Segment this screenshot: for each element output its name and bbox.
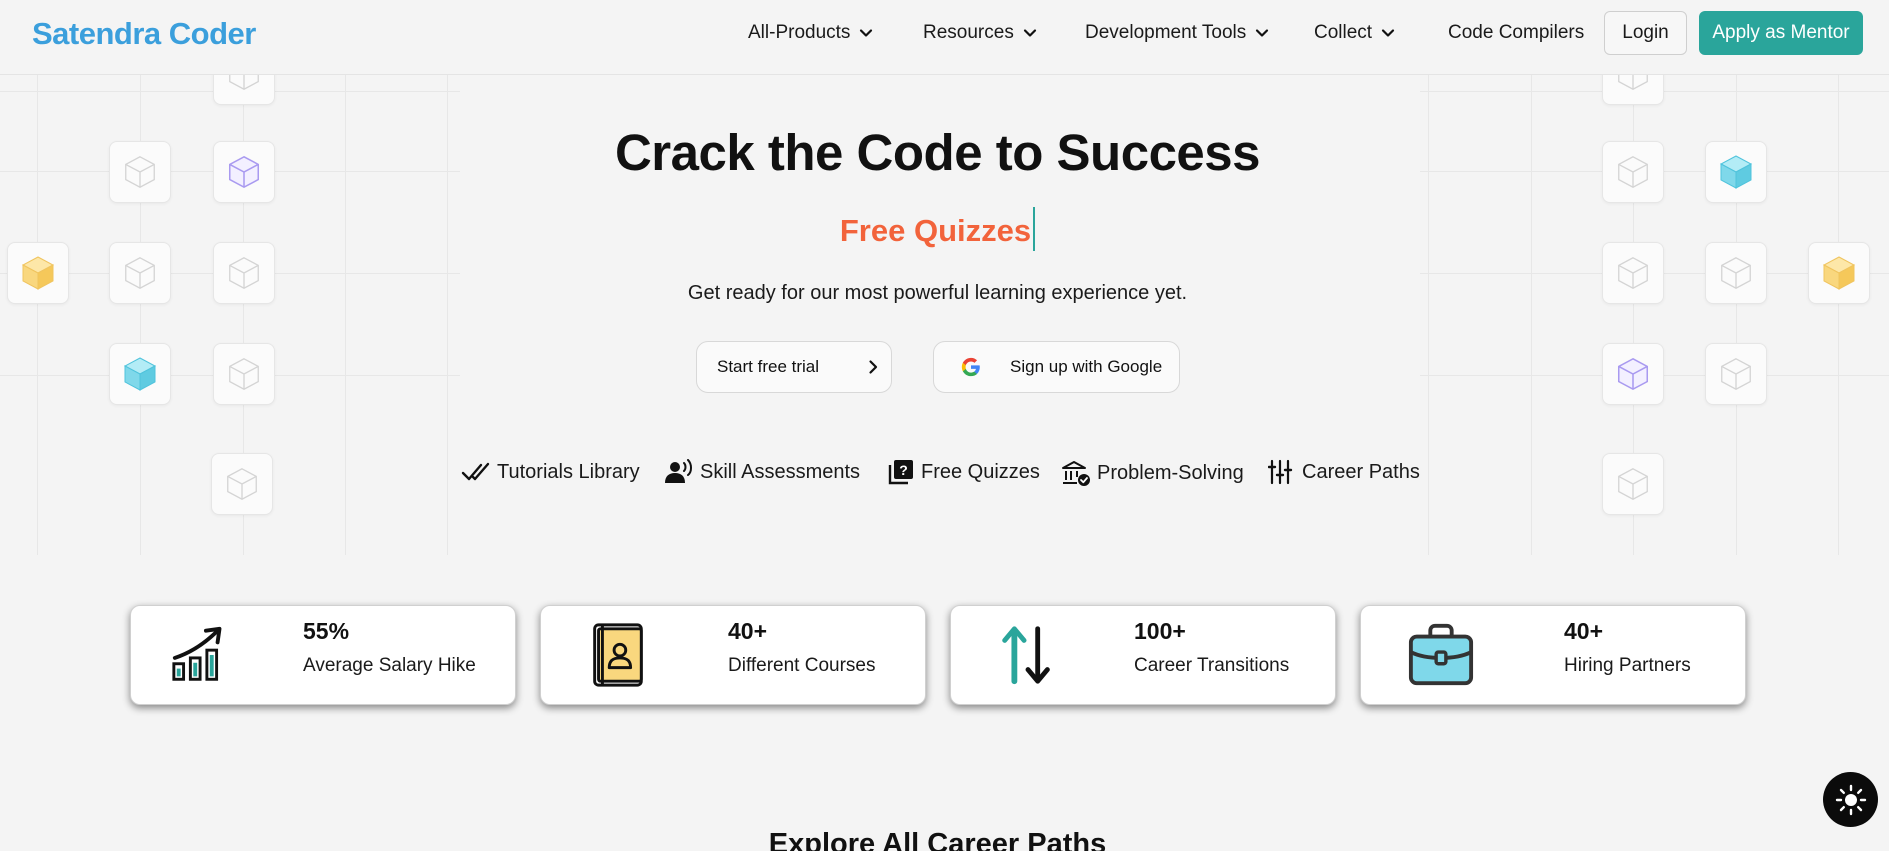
hero-subtitle: Get ready for our most powerful learning… (687, 282, 1188, 304)
google-icon (961, 357, 980, 377)
stat-value: 55% (303, 618, 350, 644)
nav-code-compilers-label: Code Compilers (1448, 22, 1585, 43)
cube-tile (1705, 343, 1767, 405)
apply-mentor-button[interactable]: Apply as Mentor (1699, 11, 1863, 55)
stat-card-salary-hike: 55% Average Salary Hike (130, 605, 516, 705)
google-signup-button[interactable]: Sign up with Google (933, 341, 1180, 393)
chevron-right-icon (869, 360, 878, 374)
cube-tile (1602, 343, 1664, 405)
stat-value: 40+ (728, 618, 768, 644)
chevron-down-icon (1381, 29, 1395, 37)
nav-development-tools[interactable]: Development Tools (1085, 22, 1270, 44)
stat-label: Career Transitions (1134, 655, 1290, 676)
sun-icon (1835, 784, 1866, 815)
features-row: Tutorials Library Skill Assessments ? Fr… (0, 459, 1889, 489)
svg-text:?: ? (899, 462, 908, 478)
hero-title: Crack the Code to Success (614, 124, 1261, 181)
hero-rotating-text: Free Quizzes (0, 207, 1875, 255)
chevron-down-icon (860, 29, 873, 37)
feature-tutorials-library[interactable]: Tutorials Library (461, 459, 640, 485)
stat-card-hiring-partners: 40+ Hiring Partners (1360, 605, 1746, 705)
nav-collect-label: Collect (1314, 22, 1373, 43)
stat-label: Different Courses (728, 655, 876, 676)
up-down-arrows-icon (1002, 626, 1050, 685)
nav-resources-label: Resources (923, 22, 1014, 43)
cube-icon (123, 357, 157, 391)
theme-toggle-button[interactable] (1823, 772, 1878, 827)
chevron-down-icon (1023, 29, 1036, 37)
feature-skill-assessments[interactable]: Skill Assessments (664, 459, 860, 485)
nav-all-products[interactable]: All-Products (748, 22, 874, 44)
chevron-down-icon (1256, 29, 1269, 37)
cube-icon (229, 358, 259, 390)
login-button[interactable]: Login (1604, 11, 1687, 55)
start-free-trial-button[interactable]: Start free trial (696, 341, 892, 393)
cube-tile (213, 343, 275, 405)
growth-chart-icon (172, 626, 222, 681)
feature-problem-solving[interactable]: Problem-Solving (1061, 459, 1244, 487)
google-signup-label: Sign up with Google (1010, 357, 1163, 376)
stat-value: 40+ (1564, 618, 1604, 644)
feature-label: Free Quizzes (921, 460, 1040, 483)
nav-all-products-label: All-Products (748, 22, 851, 43)
nav-resources[interactable]: Resources (923, 22, 1038, 44)
feature-label: Career Paths (1302, 460, 1420, 483)
start-free-trial-label: Start free trial (717, 357, 820, 376)
site-logo[interactable]: Satendra Coder (32, 16, 256, 52)
cube-tile (109, 343, 171, 405)
stat-card-transitions: 100+ Career Transitions (950, 605, 1336, 705)
user-voice-icon (665, 459, 692, 483)
typing-caret (1033, 207, 1036, 251)
double-check-icon (461, 462, 490, 481)
briefcase-icon (1408, 623, 1474, 686)
rotating-text-value: Free Quizzes (839, 213, 1032, 249)
contact-book-icon (593, 623, 643, 687)
stat-label: Average Salary Hike (303, 655, 476, 676)
site-header: Satendra Coder All-Products Resources De… (0, 0, 1889, 75)
question-book-icon: ? (888, 460, 913, 485)
stat-label: Hiring Partners (1564, 655, 1691, 676)
feature-label: Problem-Solving (1097, 461, 1244, 484)
feature-free-quizzes[interactable]: ? Free Quizzes (887, 459, 1040, 485)
nav-collect[interactable]: Collect (1314, 22, 1396, 44)
feature-label: Skill Assessments (700, 460, 861, 483)
cube-icon (1617, 357, 1649, 391)
stat-value: 100+ (1134, 618, 1186, 644)
sliders-icon (1268, 459, 1293, 485)
stat-card-courses: 40+ Different Courses (540, 605, 926, 705)
feature-label: Tutorials Library (497, 460, 640, 483)
institution-check-icon (1062, 461, 1090, 486)
nav-development-tools-label: Development Tools (1085, 22, 1247, 43)
nav-code-compilers[interactable]: Code Compilers (1448, 22, 1584, 44)
feature-career-paths[interactable]: Career Paths (1268, 459, 1420, 485)
section-heading: Explore All Career Paths (768, 828, 1107, 851)
cube-icon (1721, 358, 1751, 390)
